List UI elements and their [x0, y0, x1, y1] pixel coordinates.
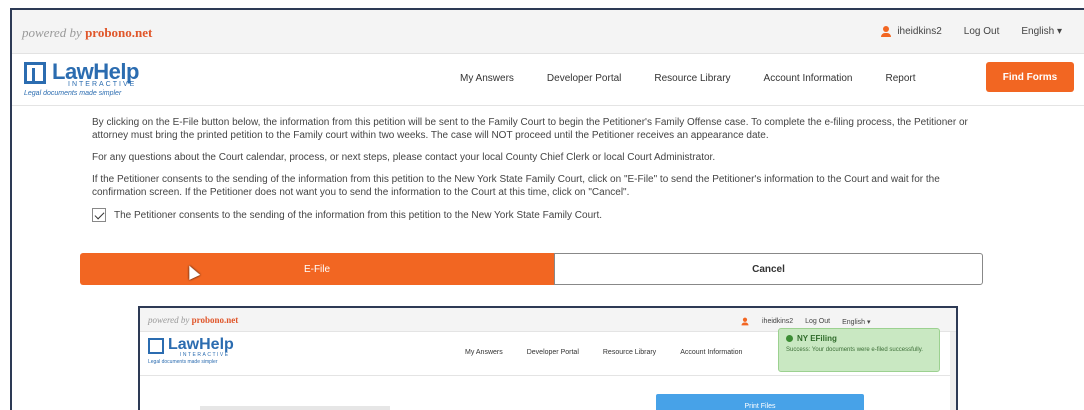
consent-row: The Petitioner consents to the sending o…	[92, 208, 992, 222]
inner-nav-links: My Answers Developer Portal Resource Lib…	[465, 349, 743, 356]
user-area: iheidkins2 Log Out English ▾	[881, 26, 1062, 37]
inner-scrollbar	[950, 332, 956, 410]
inner-user-area: iheidkins2 Log Out English ▾	[740, 316, 870, 327]
efile-label: E-File	[303, 263, 331, 275]
nav-report[interactable]: Report	[885, 73, 915, 84]
inner-faint-text	[200, 406, 390, 410]
nav-account-information[interactable]: Account Information	[764, 73, 853, 84]
toast-message: Success: Your documents were e-filed suc…	[786, 347, 923, 353]
inner-person-icon	[741, 317, 749, 326]
logo-tagline: Legal documents made simpler	[24, 90, 122, 97]
inner-print-button: Print Files	[656, 394, 864, 410]
logout-link[interactable]: Log Out	[964, 26, 1000, 37]
lawhelp-logo[interactable]: LawHelp INTERACTIVE Legal documents made…	[24, 59, 164, 102]
success-toast: NY EFiling Success: Your documents were …	[778, 328, 940, 372]
probono-link[interactable]: probono.net	[85, 25, 152, 40]
person-icon	[881, 26, 892, 37]
user-menu[interactable]: iheidkins2	[881, 26, 942, 37]
embedded-screenshot: powered by probono.net iheidkins2 Log Ou…	[138, 306, 958, 410]
check-circle-icon	[786, 335, 793, 342]
username: iheidkins2	[897, 26, 942, 37]
mouse-cursor-icon	[183, 263, 201, 280]
nav-developer-portal[interactable]: Developer Portal	[547, 73, 621, 84]
instruction-paragraph-3: If the Petitioner consents to the sendin…	[92, 174, 940, 198]
cancel-button[interactable]: Cancel	[554, 253, 983, 285]
action-buttons: E-File Cancel	[80, 253, 983, 285]
efile-instructions: By clicking on the E-File button below, …	[92, 116, 992, 222]
inner-logo-mark-icon	[148, 338, 164, 354]
instruction-paragraph-2: For any questions about the Court calend…	[92, 152, 716, 163]
inner-powered-by: powered by probono.net	[148, 315, 239, 325]
top-utility-bar: powered by probono.net iheidkins2 Log Ou…	[12, 10, 1084, 54]
toast-title: NY EFiling	[797, 334, 837, 343]
nav-resource-library[interactable]: Resource Library	[654, 73, 730, 84]
logo-mark-icon	[24, 62, 46, 84]
instruction-paragraph-1: By clicking on the E-File button below, …	[92, 117, 968, 141]
main-navbar: LawHelp INTERACTIVE Legal documents made…	[12, 54, 1084, 106]
efile-button[interactable]: E-File	[80, 253, 554, 285]
logo-subword: INTERACTIVE	[68, 81, 137, 88]
nav-links: My Answers Developer Portal Resource Lib…	[460, 73, 949, 84]
find-forms-button[interactable]: Find Forms	[986, 62, 1074, 92]
consent-label: The Petitioner consents to the sending o…	[114, 209, 603, 221]
nav-my-answers[interactable]: My Answers	[460, 73, 514, 84]
consent-checkbox[interactable]	[92, 208, 106, 222]
language-select[interactable]: English ▾	[1021, 26, 1062, 37]
powered-by: powered by probono.net	[22, 25, 153, 40]
